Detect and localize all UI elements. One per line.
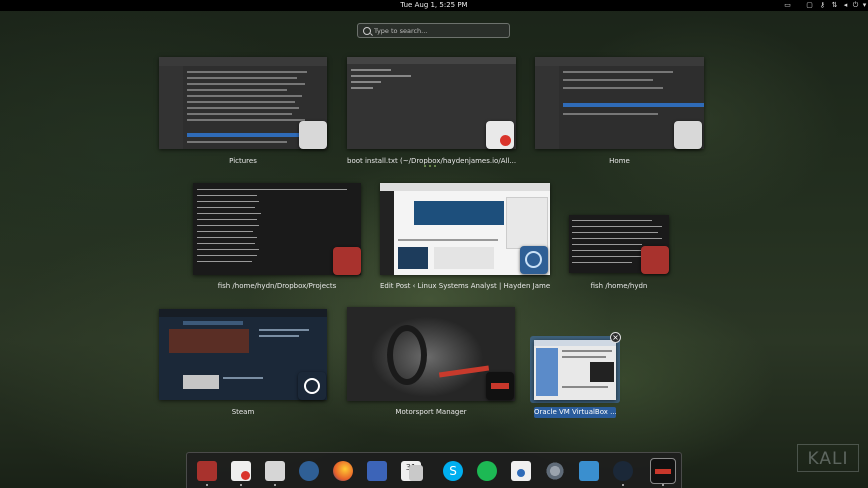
motorsport-manager-icon[interactable] <box>650 458 676 484</box>
tasks-icon[interactable] <box>409 465 423 481</box>
browser-icon[interactable] <box>299 461 319 481</box>
steam-icon <box>298 372 326 400</box>
motorsport-icon <box>486 372 514 400</box>
files-icon[interactable] <box>265 461 285 481</box>
text-editor-icon <box>486 121 514 149</box>
clock[interactable]: Tue Aug 1, 5:25 PM <box>0 0 868 11</box>
software-center-icon[interactable] <box>511 461 531 481</box>
search-box[interactable] <box>357 23 510 38</box>
skype-icon[interactable]: S <box>443 461 463 481</box>
firefox-icon[interactable] <box>333 461 353 481</box>
window-caption[interactable]: Edit Post ‹ Linux Systems Analyst | Hayd… <box>380 281 550 292</box>
window-caption[interactable]: Pictures <box>159 156 327 167</box>
dash-dock: 31 S <box>186 452 682 488</box>
window-caption[interactable]: Oracle VM VirtualBox ... <box>534 407 616 418</box>
running-indicator <box>206 484 208 486</box>
window-caption[interactable]: Motorsport Manager <box>347 407 515 418</box>
key-icon[interactable]: ⚷ <box>818 1 827 10</box>
steam-icon[interactable] <box>613 461 633 481</box>
search-input[interactable] <box>374 24 504 37</box>
settings-icon[interactable] <box>545 461 565 481</box>
power-icon[interactable]: ⏻ <box>851 1 860 10</box>
search-icon <box>363 27 371 35</box>
screen-icon[interactable]: ▢ <box>805 1 814 10</box>
window-caption[interactable]: fish /home/hydn/Dropbox/Projects <box>193 281 361 292</box>
running-indicator <box>622 484 624 486</box>
system-monitor-icon[interactable] <box>579 461 599 481</box>
window-caption[interactable]: fish /home/hydn <box>569 281 669 292</box>
close-window-button[interactable]: × <box>610 332 621 343</box>
running-indicator <box>240 484 242 486</box>
folder-icon <box>299 121 327 149</box>
top-bar: Tue Aug 1, 5:25 PM ▭ ▢ ⚷ ⇅ ◂ ⏻ ▾ <box>0 0 868 11</box>
contacts-icon[interactable] <box>367 461 387 481</box>
browser-icon <box>520 246 548 274</box>
terminal-icon <box>333 247 361 275</box>
chevron-down-icon[interactable]: ▾ <box>860 1 868 10</box>
spotify-icon[interactable] <box>477 461 497 481</box>
terminal-icon[interactable] <box>197 461 217 481</box>
clipboard-icon[interactable]: ▭ <box>783 1 792 10</box>
running-indicator <box>274 484 276 486</box>
folder-icon <box>674 121 702 149</box>
volume-icon[interactable]: ◂ <box>841 1 850 10</box>
workspace-indicator <box>424 152 439 171</box>
terminal-icon <box>641 246 669 274</box>
window-thumbnail[interactable] <box>534 340 616 400</box>
window-caption[interactable]: Home <box>535 156 704 167</box>
window-caption[interactable]: Steam <box>159 407 327 418</box>
kali-watermark: KALI <box>797 444 859 472</box>
running-indicator <box>662 484 664 486</box>
text-editor-icon[interactable] <box>231 461 251 481</box>
network-icon[interactable]: ⇅ <box>830 1 839 10</box>
